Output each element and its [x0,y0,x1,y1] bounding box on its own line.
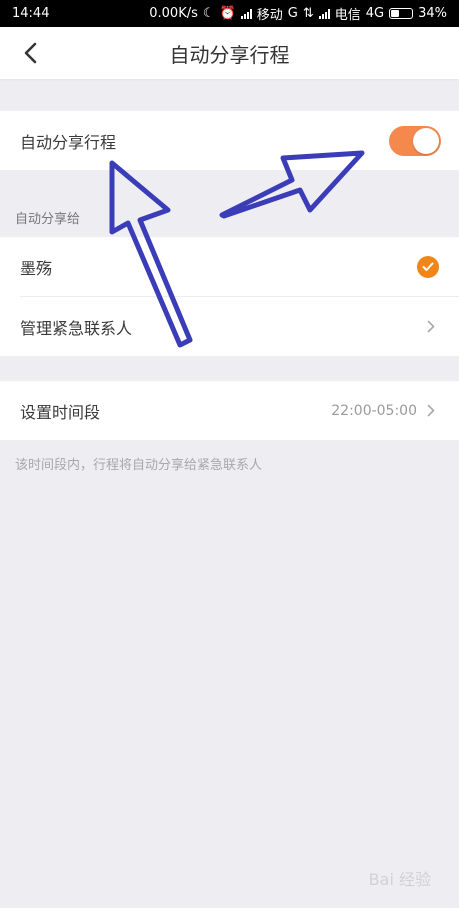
data-arrows-icon: ⇅ [302,6,314,21]
network-type-1: G [287,6,298,21]
carrier-2: 电信 [334,8,361,23]
net-speed: 0.00K/s [149,6,198,21]
title-bar: 自动分享行程 [0,27,459,79]
time-period-value: 22:00-05:00 [331,402,417,419]
contact-name: 墨殇 [20,258,53,278]
chevron-right-icon [427,404,439,418]
network-type-2: 4G [365,6,385,21]
manage-contacts-row[interactable]: 管理紧急联系人 [0,297,459,356]
signal-icon [240,8,252,19]
watermark-logo: Bai 经验 [368,870,431,889]
signal-icon-2 [318,8,330,19]
moon-icon: ☾ [202,6,215,21]
manage-contacts-label: 管理紧急联系人 [20,318,133,338]
carrier-1: 移动 [256,8,283,23]
status-bar: 14:44 0.00K/s ☾ ⏰ 移动 G ⇅ 电信 4G 34% [0,0,459,27]
checkmark-icon [417,255,439,278]
battery-icon [389,8,414,19]
time-period-row[interactable]: 设置时间段 22:00-05:00 [0,381,459,440]
time-period-label: 设置时间段 [20,402,101,422]
back-arrow-icon [24,42,37,64]
alarm-icon: ⏰ [219,6,236,21]
status-icons: 0.00K/s ☾ ⏰ 移动 G ⇅ 电信 4G 34% [149,4,447,23]
toggle-knob [413,127,439,154]
battery-percent: 34% [418,6,447,21]
auto-share-card: 自动分享行程 [0,111,459,170]
share-to-section-label: 自动分享给 [15,212,81,227]
chevron-right-icon [427,320,439,334]
time-period-hint: 该时间段内，行程将自动分享给紧急联系人 [15,458,263,473]
contact-row[interactable]: 墨殇 [0,237,459,296]
share-to-card: 墨殇 管理紧急联系人 [0,237,459,356]
auto-share-toggle[interactable] [389,125,441,156]
status-time: 14:44 [12,6,50,21]
auto-share-label: 自动分享行程 [20,132,117,152]
back-button[interactable] [16,39,44,67]
page-title: 自动分享行程 [169,42,290,67]
time-period-card: 设置时间段 22:00-05:00 [0,381,459,440]
auto-share-row: 自动分享行程 [0,111,459,170]
